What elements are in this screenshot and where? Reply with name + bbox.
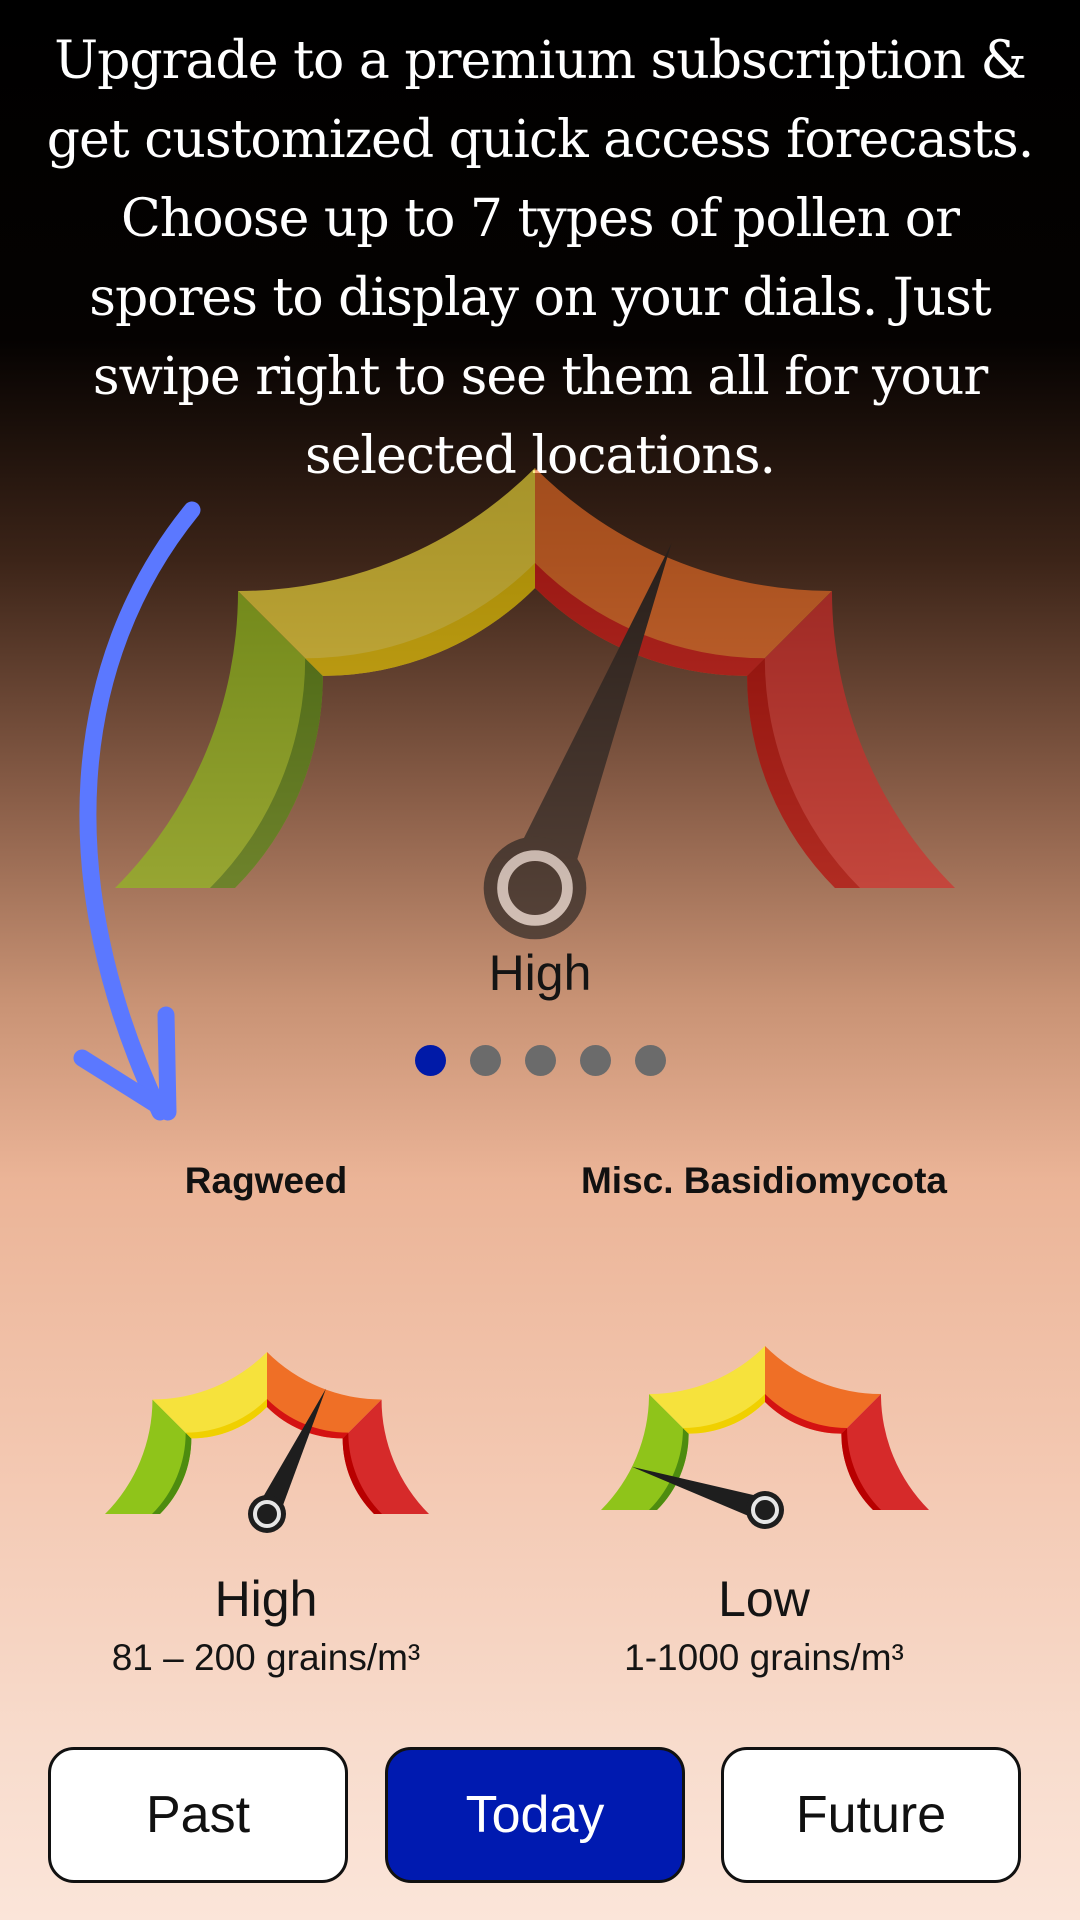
ragweed-gauge bbox=[105, 1352, 429, 1533]
page-dot-2[interactable] bbox=[469, 1045, 501, 1076]
basidiomycota-gauge bbox=[601, 1346, 929, 1529]
ragweed-range: 81 – 200 grains/m³ bbox=[111, 1637, 421, 1678]
gauge-name-basidiomycota: Misc. Basidiomycota bbox=[580, 1160, 947, 1201]
main-gauge bbox=[115, 468, 955, 940]
main-gauge-level: High bbox=[488, 945, 592, 1001]
curved-arrow-icon bbox=[73, 501, 201, 1121]
page-dot-4[interactable] bbox=[579, 1045, 611, 1076]
page-dot-5[interactable] bbox=[634, 1045, 666, 1076]
page-dot-3[interactable] bbox=[524, 1045, 556, 1076]
basidiomycota-range: 1-1000 grains/m³ bbox=[624, 1637, 904, 1678]
basidiomycota-level: Low bbox=[718, 1571, 810, 1627]
page-dot-1[interactable] bbox=[414, 1045, 446, 1076]
ragweed-level: High bbox=[214, 1571, 318, 1627]
today-button[interactable]: Today bbox=[385, 1747, 685, 1883]
page-indicator[interactable] bbox=[0, 1045, 1080, 1076]
future-button[interactable]: Future bbox=[721, 1747, 1021, 1883]
gauge-name-ragweed: Ragweed bbox=[184, 1160, 348, 1201]
past-button[interactable]: Past bbox=[48, 1747, 348, 1883]
